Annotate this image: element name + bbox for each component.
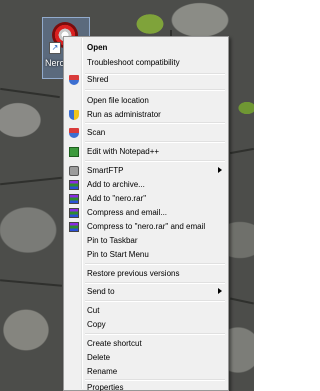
- shred-shield-icon: [69, 75, 79, 85]
- menu-item-label: Send to: [87, 287, 115, 296]
- menu-item-label: Scan: [87, 128, 106, 137]
- rock-crack: [0, 176, 62, 186]
- menu-item-label: Pin to Taskbar: [87, 236, 138, 245]
- menu-item-copy[interactable]: Copy: [66, 316, 226, 334]
- context-menu: Open Troubleshoot compatibility Shred Op…: [63, 36, 229, 391]
- notepad-plus-plus-icon: [69, 147, 79, 157]
- menu-item-label: Delete: [87, 353, 111, 362]
- menu-item-properties[interactable]: Properties: [66, 379, 226, 391]
- menu-item-edit-with-notepad-plus-plus[interactable]: Edit with Notepad++: [66, 143, 226, 161]
- menu-item-label: Compress and email...: [87, 208, 168, 217]
- menu-item-pin-to-start-menu[interactable]: Pin to Start Menu: [66, 246, 226, 264]
- menu-item-label: SmartFTP: [87, 166, 124, 175]
- winrar-icon: [69, 194, 79, 204]
- menu-item-label: Run as administrator: [87, 110, 161, 119]
- menu-separator: [85, 89, 225, 91]
- rock-crack: [230, 147, 254, 155]
- menu-item-send-to[interactable]: Send to: [66, 283, 226, 301]
- winrar-icon: [69, 222, 79, 232]
- menu-item-scan[interactable]: Scan: [66, 124, 226, 142]
- uac-shield-icon: [69, 110, 79, 120]
- menu-item-label: Create shortcut: [87, 339, 142, 348]
- submenu-arrow-icon: [218, 167, 222, 173]
- menu-item-label: Copy: [87, 320, 106, 329]
- scan-shield-icon: [69, 128, 79, 138]
- submenu-arrow-icon: [218, 288, 222, 294]
- menu-item-label: Rename: [87, 367, 118, 376]
- menu-item-label: Cut: [87, 306, 100, 315]
- menu-item-label: Restore previous versions: [87, 269, 180, 278]
- menu-item-label: Properties: [87, 383, 124, 391]
- menu-item-label: Add to archive...: [87, 180, 145, 189]
- rock-crack: [0, 87, 60, 99]
- rock-crack: [0, 279, 62, 287]
- menu-item-label: Edit with Notepad++: [87, 147, 160, 156]
- menu-item-label: Add to "nero.rar": [87, 194, 147, 203]
- menu-item-restore-previous-versions[interactable]: Restore previous versions: [66, 265, 226, 283]
- desktop-background: ↗ Nero ... Open Troubleshoot compatibili…: [0, 0, 254, 391]
- menu-item-shred[interactable]: Shred: [66, 71, 226, 89]
- rock-crack: [230, 297, 254, 305]
- smartftp-icon: [69, 166, 79, 176]
- menu-item-troubleshoot-compatibility[interactable]: Troubleshoot compatibility: [66, 54, 226, 72]
- winrar-icon: [69, 180, 79, 190]
- menu-item-label: Troubleshoot compatibility: [87, 58, 180, 67]
- menu-item-label: Open file location: [87, 96, 149, 105]
- menu-item-label: Shred: [87, 75, 109, 84]
- menu-item-label: Pin to Start Menu: [87, 250, 149, 259]
- shortcut-arrow-icon: ↗: [49, 42, 61, 54]
- menu-item-label: Open: [87, 43, 108, 52]
- menu-item-label: Compress to "nero.rar" and email: [87, 222, 206, 231]
- winrar-icon: [69, 208, 79, 218]
